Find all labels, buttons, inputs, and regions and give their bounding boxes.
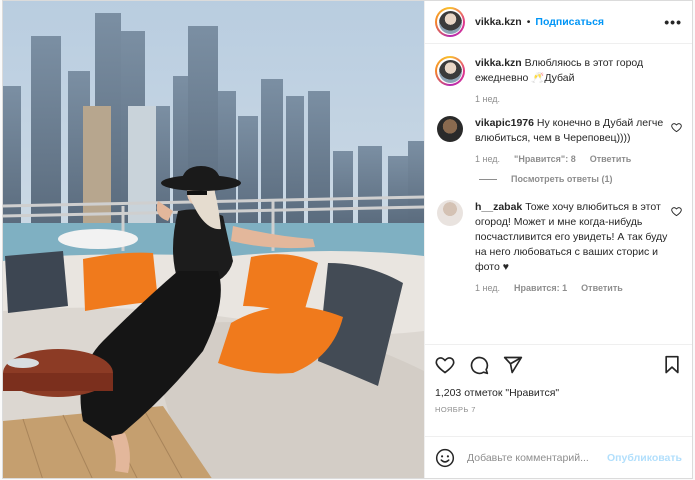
- reply-button[interactable]: Ответить: [590, 154, 632, 164]
- share-icon[interactable]: [503, 355, 523, 375]
- post-photo: [3, 1, 424, 478]
- comment-username[interactable]: vikapic1976: [475, 117, 534, 129]
- more-options-icon[interactable]: •••: [664, 14, 682, 30]
- like-comment-heart-icon[interactable]: [668, 116, 682, 164]
- reply-button[interactable]: Ответить: [581, 283, 623, 293]
- post-header: vikka.kzn • Подписаться •••: [425, 1, 692, 44]
- post-side-panel: vikka.kzn • Подписаться ••• vikka.kzn Вл…: [424, 1, 692, 478]
- comment-likes[interactable]: Нравится: 1: [514, 283, 567, 293]
- post-date: НОЯБРЬ 7: [435, 405, 476, 414]
- commenter-avatar[interactable]: [437, 116, 463, 142]
- publish-button[interactable]: Опубликовать: [607, 452, 682, 464]
- view-replies-label: Посмотреть ответы (1): [511, 174, 613, 184]
- dubai-yacht-photo: [3, 1, 424, 478]
- heart-icon[interactable]: [435, 355, 455, 375]
- bookmark-icon[interactable]: [662, 355, 682, 375]
- comment-username[interactable]: h__zabak: [475, 201, 522, 213]
- caption-username[interactable]: vikka.kzn: [475, 57, 522, 69]
- commenter-avatar[interactable]: [437, 200, 463, 226]
- likes-count[interactable]: 1,203 отметок "Нравится": [435, 387, 682, 399]
- comment-item: vikapic1976 Ну конечно в Дубай легче влю…: [435, 116, 682, 164]
- comment-time[interactable]: 1 нед.: [475, 283, 500, 293]
- post-actions: 1,203 отметок "Нравится" НОЯБРЬ 7: [425, 344, 692, 436]
- comment-time[interactable]: 1 нед.: [475, 154, 500, 164]
- add-comment-bar: Опубликовать: [425, 436, 692, 478]
- follow-button[interactable]: Подписаться: [535, 16, 604, 28]
- separator-dot: •: [526, 16, 531, 28]
- comment-item: h__zabak Тоже хочу влюбиться в этот огор…: [435, 200, 682, 293]
- comment-icon[interactable]: [469, 355, 489, 375]
- like-comment-heart-icon[interactable]: [668, 200, 682, 293]
- caption: vikka.kzn Влюбляюсь в этот город ежеднев…: [435, 56, 682, 104]
- caption-avatar[interactable]: [435, 56, 465, 86]
- post-dialog: vikka.kzn • Подписаться ••• vikka.kzn Вл…: [2, 0, 693, 479]
- author-avatar[interactable]: [435, 7, 465, 37]
- comment-input[interactable]: [467, 451, 608, 464]
- caption-time[interactable]: 1 нед.: [475, 94, 500, 104]
- comments-list: vikka.kzn Влюбляюсь в этот город ежеднев…: [425, 44, 692, 344]
- author-username[interactable]: vikka.kzn: [475, 16, 522, 28]
- comment-likes[interactable]: "Нравится": 8: [514, 154, 576, 164]
- view-replies-button[interactable]: Посмотреть ответы (1): [479, 174, 682, 184]
- emoji-icon[interactable]: [435, 448, 455, 468]
